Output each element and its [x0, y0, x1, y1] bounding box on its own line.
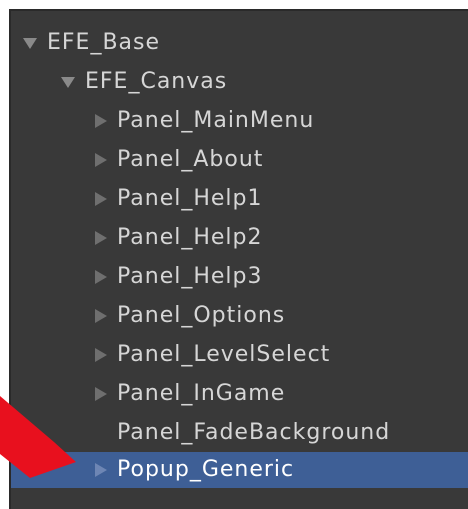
foldout-collapsed-icon[interactable] [89, 345, 111, 365]
hierarchy-panel: EFE_Base EFE_Canvas Panel_MainMenu Panel… [9, 9, 468, 509]
tree-item-panel-fadebackground[interactable]: Panel_FadeBackground [11, 415, 468, 451]
tree-item-efe-canvas[interactable]: EFE_Canvas [11, 64, 468, 100]
tree-item-label: EFE_Base [47, 30, 161, 55]
tree-item-label: Panel_Help3 [117, 264, 263, 289]
foldout-collapsed-icon[interactable] [89, 150, 111, 170]
tree-item-label: Panel_Help1 [117, 186, 263, 211]
tree-item-label: Panel_FadeBackground [117, 420, 391, 445]
foldout-collapsed-icon[interactable] [89, 460, 111, 480]
tree-item-label: Panel_Help2 [117, 225, 263, 250]
foldout-collapsed-icon[interactable] [89, 189, 111, 209]
foldout-collapsed-icon[interactable] [89, 228, 111, 248]
tree-item-panel-help1[interactable]: Panel_Help1 [11, 181, 468, 217]
tree-item-panel-help3[interactable]: Panel_Help3 [11, 259, 468, 295]
tree-item-label: Panel_LevelSelect [117, 342, 331, 367]
tree-item-popup-generic[interactable]: Popup_Generic [11, 452, 468, 488]
tree-item-label: Popup_Generic [117, 457, 295, 482]
tree-item-panel-help2[interactable]: Panel_Help2 [11, 220, 468, 256]
tree-item-label: Panel_Options [117, 303, 286, 328]
foldout-collapsed-icon[interactable] [89, 384, 111, 404]
tree-item-label: Panel_MainMenu [117, 108, 315, 133]
foldout-collapsed-icon[interactable] [89, 111, 111, 131]
tree-item-label: EFE_Canvas [85, 69, 228, 94]
foldout-expanded-icon[interactable] [57, 72, 79, 92]
foldout-expanded-icon[interactable] [19, 33, 41, 53]
foldout-collapsed-icon[interactable] [89, 306, 111, 326]
foldout-collapsed-icon[interactable] [89, 267, 111, 287]
tree-item-panel-options[interactable]: Panel_Options [11, 298, 468, 334]
tree-item-panel-ingame[interactable]: Panel_InGame [11, 376, 468, 412]
tree-item-label: Panel_About [117, 147, 264, 172]
tree-item-panel-mainmenu[interactable]: Panel_MainMenu [11, 103, 468, 139]
screenshot-frame: EFE_Base EFE_Canvas Panel_MainMenu Panel… [0, 0, 468, 509]
tree-item-panel-levelselect[interactable]: Panel_LevelSelect [11, 337, 468, 373]
tree-item-label: Panel_InGame [117, 381, 286, 406]
tree-item-efe-base[interactable]: EFE_Base [11, 25, 468, 61]
tree-item-panel-about[interactable]: Panel_About [11, 142, 468, 178]
